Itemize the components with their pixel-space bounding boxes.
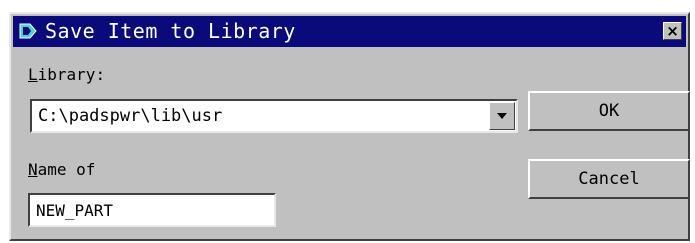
chevron-down-icon — [497, 113, 507, 119]
save-item-dialog: Save Item to Library × Library: C:\padsp… — [9, 12, 690, 241]
library-label-accelerator: L — [28, 65, 38, 84]
library-label-text: ibrary: — [37, 65, 106, 84]
name-field[interactable] — [28, 193, 276, 227]
library-dropdown[interactable]: C:\padspwr\lib\usr — [30, 99, 518, 133]
library-dropdown-value: C:\padspwr\lib\usr — [38, 106, 223, 126]
app-logo-icon — [19, 23, 37, 39]
library-label: Library: — [28, 65, 105, 85]
library-dropdown-button[interactable] — [489, 102, 515, 130]
ok-button[interactable]: OK — [528, 91, 690, 131]
name-label-text: ame of — [37, 160, 96, 179]
title-bar[interactable]: Save Item to Library × — [13, 16, 686, 47]
name-label-accelerator: N — [28, 160, 38, 179]
close-icon: × — [666, 22, 679, 40]
dialog-title: Save Item to Library — [45, 19, 296, 43]
close-button[interactable]: × — [663, 22, 682, 40]
cancel-button[interactable]: Cancel — [528, 159, 690, 199]
name-label: Name of — [28, 160, 95, 180]
